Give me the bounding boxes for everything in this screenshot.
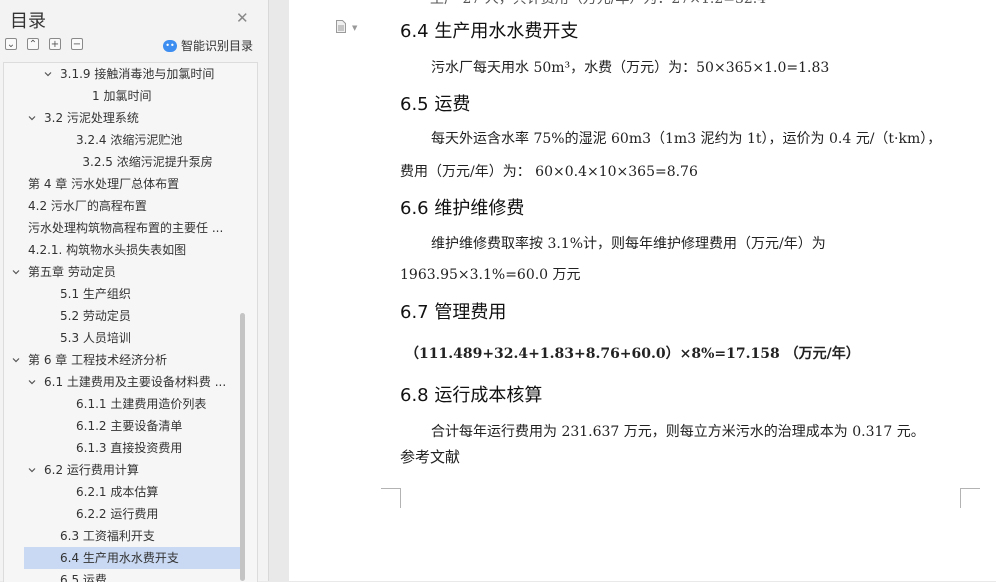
toc-item-label: 3.1.9 接触消毒池与加氯时间 <box>60 67 215 81</box>
paragraph-line: 参考文献 <box>400 448 461 466</box>
toc-item[interactable]: 6.2.2 运行费用 <box>4 503 240 525</box>
chevron-down-icon[interactable] <box>28 114 36 122</box>
toc-item[interactable]: 3.1.9 接触消毒池与加氯时间 <box>4 63 240 85</box>
toc-item[interactable]: 5.1 生产组织 <box>4 283 240 305</box>
section-heading: 6.4 生产用水水费开支 <box>400 21 579 42</box>
plus-icon[interactable]: + <box>49 38 61 50</box>
toc-item-label: 6.1.1 土建费用造价列表 <box>76 397 207 411</box>
chevron-down-icon[interactable] <box>28 466 36 474</box>
chevron-down-icon[interactable] <box>28 378 36 386</box>
toc-item-label: 5.3 人员培训 <box>60 331 131 345</box>
toc-item[interactable]: 6.2 运行费用计算 <box>4 459 240 481</box>
toc-item[interactable]: 5.3 人员培训 <box>4 327 240 349</box>
toc-item-label: 6.1.2 主要设备清单 <box>76 419 183 433</box>
paragraph-line: 每天外运含水率 75%的湿泥 60m3（1m3 泥约为 1t），运价为 0.4 … <box>431 131 942 147</box>
toc-item-label: 3.2 污泥处理系统 <box>44 111 139 125</box>
toc-item-label: 6.1.3 直接投资费用 <box>76 441 183 455</box>
toc-item[interactable]: 6.2.1 成本估算 <box>4 481 240 503</box>
expand-all-icon[interactable]: ⌄ <box>5 38 17 50</box>
toc-sidebar: 目录 ✕ ⌄ ⌃ + − •• 智能识别目录 3.1.9 接触消毒池与加氯时间 1… <box>0 0 269 582</box>
toc-item-label: 6.2.1 成本估算 <box>76 485 159 499</box>
toc-item-label: 污水处理构筑物高程布置的主要任 ... <box>28 221 224 235</box>
smart-toc-label: 智能识别目录 <box>181 39 254 53</box>
toc-item-label: 5.1 生产组织 <box>60 287 131 301</box>
toc-item-label: 4.2.1. 构筑物水头损失表如图 <box>28 243 187 257</box>
collapse-all-icon[interactable]: ⌃ <box>27 38 39 50</box>
toc-list: 3.1.9 接触消毒池与加氯时间 1 加氯时间 3.2 污泥处理系统 3.2.4 浓缩… <box>3 62 258 582</box>
sidebar-title: 目录 <box>10 11 46 32</box>
toc-item-label: 6.1 土建费用及主要设备材料费 ... <box>44 375 227 389</box>
chevron-down-icon[interactable] <box>12 268 20 276</box>
page-corner-mark <box>960 488 980 508</box>
toc-item-label: 4.2 污水厂的高程布置 <box>28 199 147 213</box>
toc-item[interactable]: 6.3 工资福利开支 <box>4 525 240 547</box>
toc-item[interactable]: 6.1 土建费用及主要设备材料费 ... <box>4 371 240 393</box>
toc-item[interactable]: 污水处理构筑物高程布置的主要任 ... <box>4 217 240 239</box>
paragraph-line: 费用（万元/年）为： 60×0.4×10×365=8.76 <box>400 164 698 180</box>
toc-item[interactable]: 3.2.4 浓缩污泥贮池 <box>4 129 240 151</box>
toc-item-label: 6.5 运费 <box>60 573 107 582</box>
toc-item[interactable]: 3.2 污泥处理系统 <box>4 107 240 129</box>
toc-item[interactable]: 6.1.1 土建费用造价列表 <box>4 393 240 415</box>
toc-item-label: 6.4 生产用水水费开支 <box>60 551 179 565</box>
toc-item-label: 6.2 运行费用计算 <box>44 463 139 477</box>
toc-item[interactable]: 第五章 劳动定员 <box>4 261 240 283</box>
minus-icon[interactable]: − <box>71 38 83 50</box>
toc-item[interactable]: 6.5 运费 <box>4 569 240 582</box>
toc-item[interactable]: 第 6 章 工程技术经济分析 <box>4 349 240 371</box>
toc-item-label: 3.2.4 浓缩污泥贮池 <box>76 133 183 147</box>
section-heading: 6.5 运费 <box>400 94 471 115</box>
paragraph-line: 污水厂每天用水 50m³，水费（万元）为：50×365×1.0=1.83 <box>431 60 830 76</box>
page-corner-mark <box>381 488 401 508</box>
toc-item-label: 3.2.5 浓缩污泥提升泵房 <box>82 155 213 169</box>
dropdown-caret-icon[interactable]: ▼ <box>352 24 357 32</box>
paragraph-line: （111.489+32.4+1.83+8.76+60.0）×8%=17.158 … <box>405 346 860 362</box>
ai-icon: •• <box>163 39 177 52</box>
toc-item[interactable]: 6.1.3 直接投资费用 <box>4 437 240 459</box>
chevron-down-icon[interactable] <box>12 356 20 364</box>
paragraph-line: 1963.95×3.1%=60.0 万元 <box>400 267 581 283</box>
toc-item[interactable]: 1 加氯时间 <box>4 85 240 107</box>
toc-scrollbar[interactable] <box>240 313 245 581</box>
toc-item-label: 第 6 章 工程技术经济分析 <box>28 353 168 367</box>
toc-item[interactable]: 6.4 生产用水水费开支 <box>24 547 240 569</box>
toc-item[interactable]: 4.2.1. 构筑物水头损失表如图 <box>4 239 240 261</box>
toc-item-label: 6.3 工资福利开支 <box>60 529 155 543</box>
toc-item-label: 第 4 章 污水处理厂总体布置 <box>28 177 180 191</box>
document-icon[interactable] <box>336 20 346 33</box>
toc-item-label: 6.2.2 运行费用 <box>76 507 159 521</box>
toc-item[interactable]: 第 4 章 污水处理厂总体布置 <box>4 173 240 195</box>
toc-item-label: 1 加氯时间 <box>92 89 152 103</box>
smart-toc-button[interactable]: •• 智能识别目录 <box>163 37 253 54</box>
toc-item[interactable]: 6.1.2 主要设备清单 <box>4 415 240 437</box>
section-heading: 6.8 运行成本核算 <box>400 385 543 406</box>
toc-item-label: 第五章 劳动定员 <box>28 265 116 279</box>
toc-item[interactable]: 5.2 劳动定员 <box>4 305 240 327</box>
close-icon[interactable]: ✕ <box>236 9 249 27</box>
toc-item[interactable]: 4.2 污水厂的高程布置 <box>4 195 240 217</box>
toc-toolbar: ⌄ ⌃ + − <box>5 38 83 52</box>
toc-item-label: 5.2 劳动定员 <box>60 309 131 323</box>
paragraph-line: 维护维修费取率按 3.1%计，则每年维护修理费用（万元/年）为 <box>431 236 826 252</box>
chevron-down-icon[interactable] <box>44 70 52 78</box>
section-heading: 6.7 管理费用 <box>400 302 507 323</box>
toc-item[interactable]: 3.2.5 浓缩污泥提升泵房 <box>4 151 240 173</box>
cutoff-line: 土产 27 人，共计费用（万元/年）为：27×1.2=32.4 <box>430 0 766 8</box>
section-heading: 6.6 维护维修费 <box>400 198 525 219</box>
paragraph-line: 合计每年运行费用为 231.637 万元，则每立方米污水的治理成本为 0.317… <box>431 424 925 440</box>
